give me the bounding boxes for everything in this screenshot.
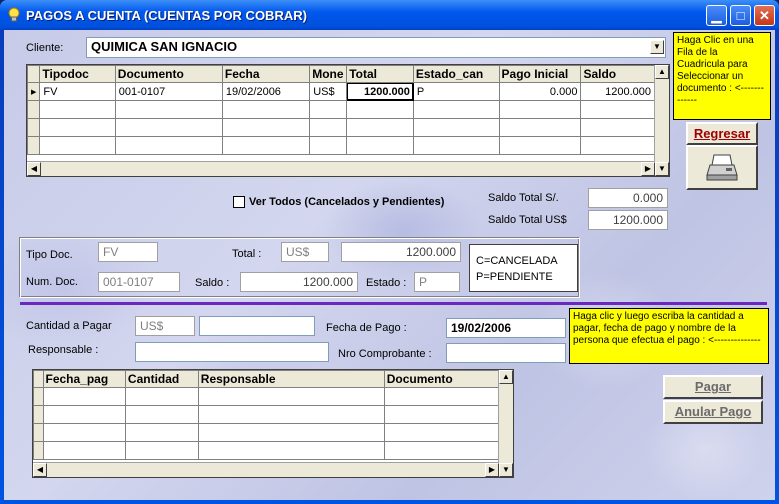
responsable-input[interactable] <box>135 342 329 362</box>
maximize-icon: □ <box>736 8 745 23</box>
print-button[interactable] <box>686 145 758 190</box>
scroll-left-icon[interactable]: ◀ <box>33 463 47 477</box>
tipo-doc-field: FV <box>98 242 158 262</box>
ver-todos-label: Ver Todos (Cancelados y Pendientes) <box>249 196 445 208</box>
cliente-select[interactable]: QUIMICA SAN IGNACIO ▼ <box>86 37 666 58</box>
saldo-soles-field: 0.000 <box>588 188 668 208</box>
printer-icon <box>706 154 738 181</box>
saldo-label: Saldo : <box>195 277 230 289</box>
pagar-button[interactable]: Pagar <box>663 375 763 399</box>
total-currency-field: US$ <box>281 242 329 262</box>
scroll-right-icon[interactable]: ▶ <box>641 162 655 176</box>
saldo-dolares-field: 1200.000 <box>588 210 668 230</box>
comprobante-input[interactable] <box>446 343 566 363</box>
estado-label: Estado : <box>366 277 407 289</box>
scroll-left-icon[interactable]: ◀ <box>27 162 41 176</box>
estado-legend: C=CANCELADA P=PENDIENTE <box>469 244 578 292</box>
payments-grid[interactable]: Fecha_pag Cantidad Responsable Documento… <box>32 369 514 478</box>
cantidad-label: Cantidad a Pagar <box>26 320 112 332</box>
fecha-pago-label: Fecha de Pago : <box>326 322 407 334</box>
main-window: PAGOS A CUENTA (CUENTAS POR COBRAR) ▁ □ … <box>0 0 779 504</box>
grid2-hscroll[interactable]: ◀ ▶ <box>33 462 499 477</box>
scroll-down-icon[interactable]: ▼ <box>655 162 669 176</box>
window-title: PAGOS A CUENTA (CUENTAS POR COBRAR) <box>26 8 307 23</box>
tipo-doc-label: Tipo Doc. <box>26 249 73 261</box>
cliente-value: QUIMICA SAN IGNACIO <box>91 39 238 54</box>
scroll-down-icon[interactable]: ▼ <box>499 463 513 477</box>
cantidad-input[interactable] <box>199 316 315 336</box>
documents-grid[interactable]: Tipodoc Documento Fecha Mone Total Estad… <box>26 64 670 177</box>
col-cantidad[interactable]: Cantidad <box>124 370 199 388</box>
col-tipodoc[interactable]: Tipodoc <box>39 65 116 83</box>
chevron-down-icon[interactable]: ▼ <box>650 40 664 54</box>
regresar-button[interactable]: Regresar <box>686 122 758 145</box>
total-label: Total : <box>232 248 262 260</box>
scroll-up-icon[interactable]: ▲ <box>655 65 669 79</box>
num-doc-label: Num. Doc. <box>26 276 78 288</box>
col-estado[interactable]: Estado_can <box>412 65 500 83</box>
grid1-hscroll[interactable]: ◀ ▶ <box>27 161 655 176</box>
col-responsable[interactable]: Responsable <box>197 370 385 388</box>
num-doc-field: 001-0107 <box>98 272 180 292</box>
col-documento[interactable]: Documento <box>114 65 223 83</box>
grid-help-note: Haga Clic en una Fila de la Cuadricula p… <box>673 32 771 120</box>
minimize-icon: ▁ <box>711 8 722 23</box>
grid2-vscroll[interactable]: ▲ ▼ <box>498 370 513 477</box>
grid1-vscroll[interactable]: ▲ ▼ <box>654 65 669 176</box>
title-bar: PAGOS A CUENTA (CUENTAS POR COBRAR) ▁ □ … <box>0 0 779 30</box>
col-documento-pago[interactable]: Documento <box>383 370 502 388</box>
col-total[interactable]: Total <box>346 65 414 83</box>
saldo-soles-label: Saldo Total S/. <box>488 192 559 204</box>
anular-pago-button[interactable]: Anular Pago <box>663 400 763 424</box>
close-button[interactable]: ✕ <box>754 5 775 26</box>
saldo-field: 1200.000 <box>240 272 358 292</box>
comprobante-label: Nro Comprobante : <box>338 348 432 360</box>
minimize-button[interactable]: ▁ <box>706 5 727 26</box>
col-pago-inicial[interactable]: Pago Inicial <box>498 65 582 83</box>
col-mone[interactable]: Mone <box>309 65 348 83</box>
col-fecha-pag[interactable]: Fecha_pag <box>42 370 126 388</box>
table-row[interactable]: ▶ FV 001-0107 19/02/2006 US$ 1200.000 P … <box>27 82 655 101</box>
total-field: 1200.000 <box>341 242 461 262</box>
ver-todos-checkbox[interactable] <box>233 196 245 208</box>
close-icon: ✕ <box>759 8 770 23</box>
maximize-button[interactable]: □ <box>730 5 751 26</box>
col-saldo[interactable]: Saldo <box>580 65 655 83</box>
client-area: Cliente: QUIMICA SAN IGNACIO ▼ Tipodoc D… <box>4 30 775 500</box>
col-fecha[interactable]: Fecha <box>221 65 311 83</box>
section-divider <box>20 302 767 305</box>
pay-help-note: Haga clic y luego escriba la cantidad a … <box>569 308 769 364</box>
payment-currency-field: US$ <box>135 316 195 336</box>
saldo-dolares-label: Saldo Total US$ <box>488 214 567 226</box>
row-pointer-icon: ▶ <box>27 82 41 101</box>
responsable-label: Responsable : <box>28 344 99 356</box>
scroll-right-icon[interactable]: ▶ <box>485 463 499 477</box>
cliente-label: Cliente: <box>26 42 64 54</box>
fecha-pago-input[interactable]: 19/02/2006 <box>446 318 566 338</box>
scroll-up-icon[interactable]: ▲ <box>499 370 513 384</box>
bulb-icon <box>8 7 20 22</box>
estado-field: P <box>414 272 460 292</box>
